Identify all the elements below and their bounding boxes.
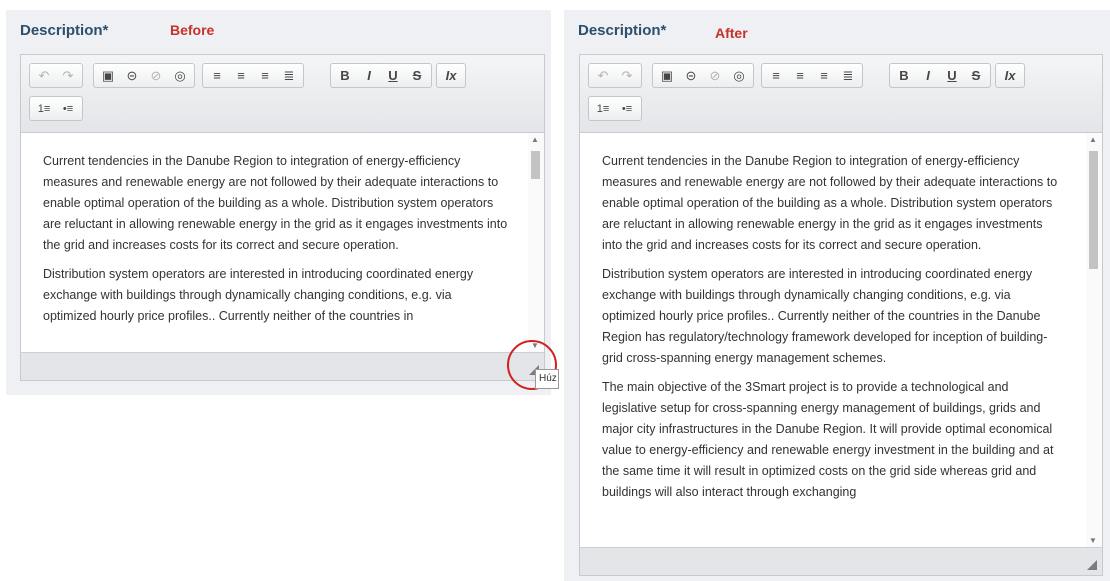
- bulleted-list-icon[interactable]: •≡: [615, 98, 639, 119]
- resize-grip-icon[interactable]: [1087, 560, 1097, 570]
- paragraph: Current tendencies in the Danube Region …: [43, 154, 508, 252]
- align-group: ≡ ≡ ≡ ≣: [761, 63, 863, 88]
- clear-format-button[interactable]: Ix: [998, 65, 1022, 86]
- history-group: ↶ ↷: [29, 63, 83, 88]
- align-left-icon[interactable]: ≡: [205, 65, 229, 86]
- scroll-down-icon[interactable]: ▼: [1089, 536, 1097, 545]
- after-tag: After: [715, 25, 748, 41]
- unlink-icon[interactable]: ⊘: [703, 65, 727, 86]
- underline-button[interactable]: U: [940, 65, 964, 86]
- clear-format-button[interactable]: Ix: [439, 65, 463, 86]
- align-center-icon[interactable]: ≡: [788, 65, 812, 86]
- description-label: Description*: [20, 22, 109, 39]
- bulleted-list-icon[interactable]: •≡: [56, 98, 80, 119]
- vertical-scrollbar[interactable]: ▲ ▼: [528, 133, 544, 352]
- globe-icon[interactable]: ◎: [727, 65, 751, 86]
- editor-content[interactable]: Current tendencies in the Danube Region …: [21, 133, 528, 352]
- align-group: ≡ ≡ ≡ ≣: [202, 63, 304, 88]
- globe-icon[interactable]: ◎: [168, 65, 192, 86]
- list-group: 1≡ •≡: [29, 96, 83, 121]
- editor-content[interactable]: Current tendencies in the Danube Region …: [580, 133, 1086, 547]
- bold-button[interactable]: B: [892, 65, 916, 86]
- insert-group: ▣ ⊝ ⊘ ◎: [93, 63, 195, 88]
- history-group: ↶ ↷: [588, 63, 642, 88]
- redo-icon[interactable]: ↷: [615, 65, 639, 86]
- scroll-up-icon[interactable]: ▲: [531, 135, 539, 144]
- insert-group: ▣ ⊝ ⊘ ◎: [652, 63, 754, 88]
- scrollbar-thumb[interactable]: [1089, 151, 1098, 269]
- redo-icon[interactable]: ↷: [56, 65, 80, 86]
- list-group: 1≡ •≡: [588, 96, 642, 121]
- clear-format-group: Ix: [436, 63, 466, 88]
- editor-footer: [580, 547, 1102, 575]
- strikethrough-button[interactable]: S: [964, 65, 988, 86]
- align-right-icon[interactable]: ≡: [253, 65, 277, 86]
- underline-button[interactable]: U: [381, 65, 405, 86]
- scroll-up-icon[interactable]: ▲: [1089, 135, 1097, 144]
- resize-tooltip: Húz: [535, 369, 559, 389]
- format-group: B I U S: [889, 63, 991, 88]
- strikethrough-button[interactable]: S: [405, 65, 429, 86]
- scrollbar-thumb[interactable]: [531, 151, 540, 179]
- italic-button[interactable]: I: [357, 65, 381, 86]
- link-icon[interactable]: ⊝: [679, 65, 703, 86]
- align-left-icon[interactable]: ≡: [764, 65, 788, 86]
- link-icon[interactable]: ⊝: [120, 65, 144, 86]
- format-group: B I U S: [330, 63, 432, 88]
- after-panel: Description* After ↶ ↷ ▣ ⊝ ⊘ ◎ ≡ ≡ ≡ ≣ B…: [564, 10, 1110, 581]
- rich-text-editor: ↶ ↷ ▣ ⊝ ⊘ ◎ ≡ ≡ ≡ ≣ B I U S Ix 1≡ •≡ Cur…: [20, 54, 545, 381]
- align-right-icon[interactable]: ≡: [812, 65, 836, 86]
- image-icon[interactable]: ▣: [96, 65, 120, 86]
- undo-icon[interactable]: ↶: [32, 65, 56, 86]
- description-label: Description*: [578, 22, 667, 39]
- editor-footer: [21, 352, 544, 380]
- image-icon[interactable]: ▣: [655, 65, 679, 86]
- bold-button[interactable]: B: [333, 65, 357, 86]
- paragraph: Distribution system operators are intere…: [602, 267, 1048, 365]
- undo-icon[interactable]: ↶: [591, 65, 615, 86]
- align-justify-icon[interactable]: ≣: [836, 65, 860, 86]
- align-justify-icon[interactable]: ≣: [277, 65, 301, 86]
- rich-text-editor: ↶ ↷ ▣ ⊝ ⊘ ◎ ≡ ≡ ≡ ≣ B I U S Ix 1≡ •≡ Cur…: [579, 54, 1103, 576]
- clear-format-group: Ix: [995, 63, 1025, 88]
- vertical-scrollbar[interactable]: ▲ ▼: [1086, 133, 1102, 547]
- editor-toolbar: ↶ ↷ ▣ ⊝ ⊘ ◎ ≡ ≡ ≡ ≣ B I U S Ix 1≡ •≡: [580, 55, 1102, 133]
- italic-button[interactable]: I: [916, 65, 940, 86]
- editor-toolbar: ↶ ↷ ▣ ⊝ ⊘ ◎ ≡ ≡ ≡ ≣ B I U S Ix 1≡ •≡: [21, 55, 544, 133]
- align-center-icon[interactable]: ≡: [229, 65, 253, 86]
- paragraph: Current tendencies in the Danube Region …: [602, 154, 1058, 252]
- numbered-list-icon[interactable]: 1≡: [32, 98, 56, 119]
- before-tag: Before: [170, 22, 215, 38]
- paragraph: Distribution system operators are intere…: [43, 267, 474, 323]
- before-panel: Description* Before ↶ ↷ ▣ ⊝ ⊘ ◎ ≡ ≡ ≡ ≣ …: [6, 10, 551, 395]
- numbered-list-icon[interactable]: 1≡: [591, 98, 615, 119]
- paragraph: The main objective of the 3Smart project…: [602, 380, 1054, 499]
- unlink-icon[interactable]: ⊘: [144, 65, 168, 86]
